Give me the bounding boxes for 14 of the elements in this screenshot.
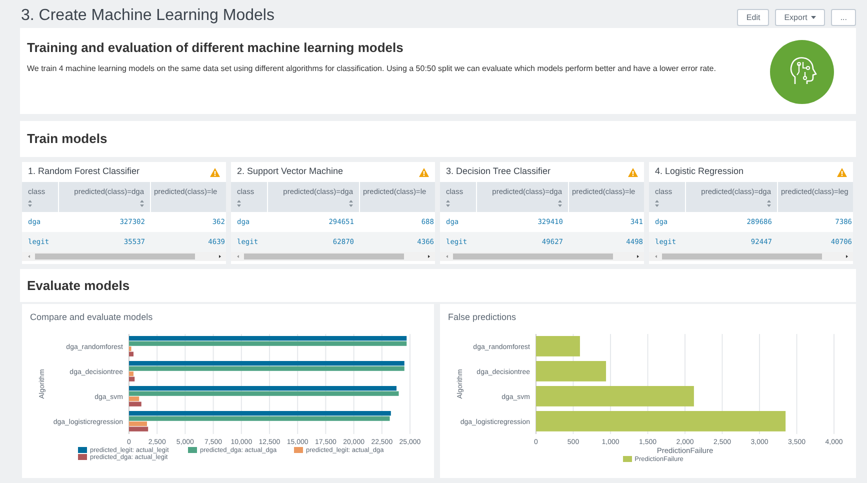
header-button[interactable]: ... [831,9,856,26]
chart-title: False predictions [448,311,518,324]
panel-title: 4. Logistic Regression [655,165,744,178]
section-heading: Training and evaluation of different machine learning models [27,39,404,57]
chart-title: Compare and evaluate models [30,311,154,324]
section-heading: Train models [27,130,108,148]
panel-title: 1. Random Forest Classifier [28,165,140,178]
section-heading: Evaluate models [27,276,130,295]
panel-title: 2. Support Vector Machine [237,165,344,178]
page-title: 3. Create Machine Learning Models [20,6,274,26]
description-text: We train 4 machine learning models on the same data set using different algorithms for classification. Using a 50:50 split we can evaluate which models perform better and have a lower error rate. [27,62,717,74]
header-button[interactable]: Edit [737,9,770,26]
panel-title: 3. Decision Tree Classifier [446,165,551,178]
export-button[interactable]: Export [775,9,826,26]
